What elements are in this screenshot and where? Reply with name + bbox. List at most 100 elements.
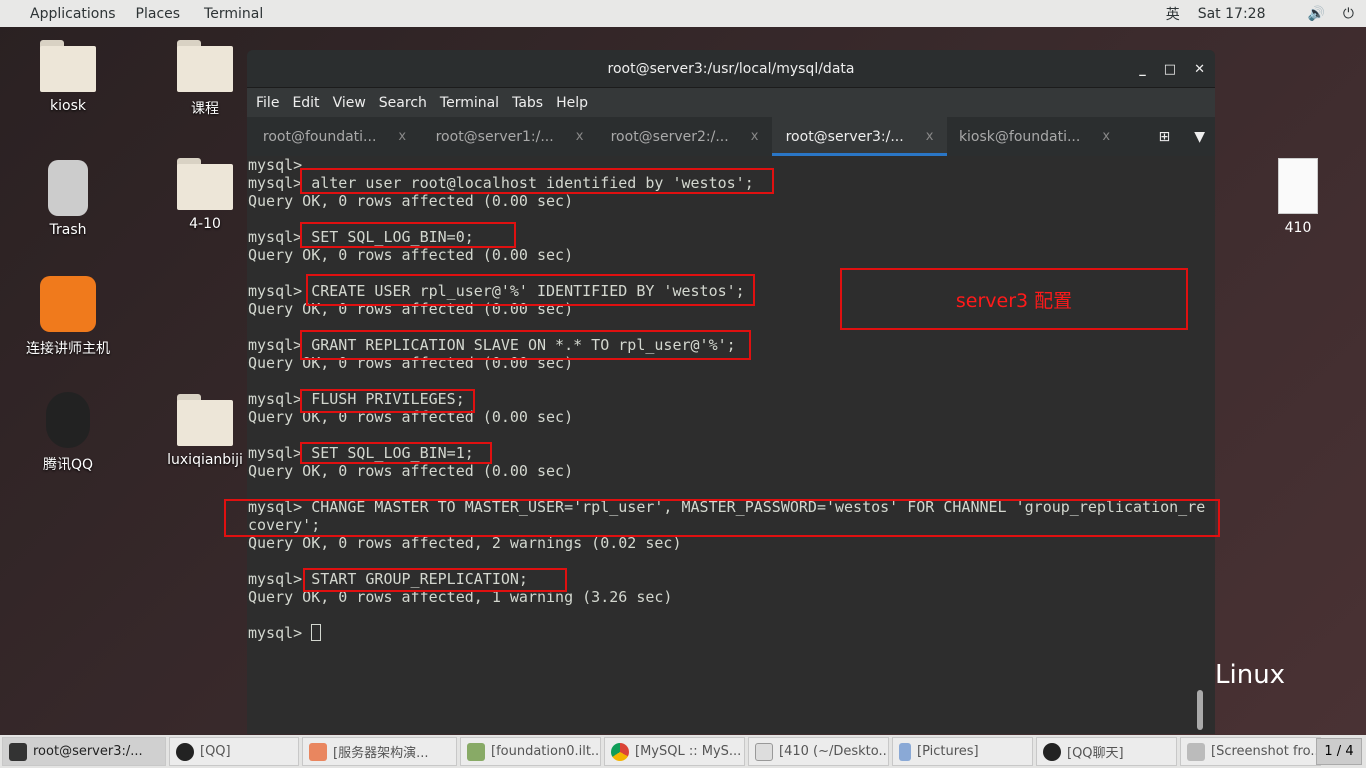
title-bar[interactable]: root@server3:/usr/local/mysql/data _ □ ✕ [247,50,1215,88]
desktop-icon-4-10[interactable]: 4-10 [155,158,255,232]
highlight-box [300,389,475,413]
taskbar-label: [QQ] [200,744,231,759]
chrome-icon [611,742,629,761]
menu-edit[interactable]: Edit [292,95,319,111]
tab-close-icon[interactable]: x [398,129,406,144]
linux-brand: Linux [1215,660,1286,690]
icon-label: 连接讲师主机 [26,341,110,357]
desktop-icon-course[interactable]: 课程 [155,40,255,118]
top-bar: Applications Places Terminal 英 Sat 17:28… [0,0,1366,27]
taskbar-label: [410 (~/Deskto... [779,744,889,759]
menu-view[interactable]: View [333,95,366,111]
tab-label: root@foundati... [262,128,377,145]
icon-label: 腾讯QQ [42,457,94,473]
taskbar-label: [MySQL :: MyS... [635,744,742,759]
text-editor-icon [755,742,773,761]
places-menu[interactable]: Places [136,6,181,22]
tab-server1[interactable]: root@server1:/... x [422,117,597,156]
file-manager-icon [899,742,911,761]
folder-icon [177,40,233,92]
minimize-icon[interactable]: _ [1139,62,1146,77]
terminal-line: Query OK, 0 rows affected (0.00 sec) [248,192,574,210]
icon-label: kiosk [50,98,86,114]
document-icon [1278,158,1318,214]
workspace-pager[interactable]: 1 / 4 [1316,738,1362,765]
icon-label: luxiqianbiji [167,452,243,468]
folder-icon [177,394,233,446]
desktop-icon-remote[interactable]: 连接讲师主机 [18,276,118,358]
tab-label: root@server3:/... [785,128,904,145]
taskbar-item-terminal[interactable]: root@server3:/... [2,737,166,766]
power-icon[interactable]: ⏻ [1343,6,1354,22]
current-prompt-line: mysql> [247,624,1205,642]
close-icon[interactable]: ✕ [1194,62,1205,77]
tab-close-icon[interactable]: x [926,129,934,144]
qq-icon [1043,742,1061,761]
terminal-line: Query OK, 0 rows affected (0.00 sec) [248,462,574,480]
annotation-text: server3 配置 [955,289,1073,312]
remote-viewer-icon [467,742,485,761]
desktop-icon-trash[interactable]: Trash [18,160,118,238]
menu-search[interactable]: Search [379,95,427,111]
desktop-icon-luxiqianbiji[interactable]: luxiqianbiji [155,394,255,468]
tab-server3[interactable]: root@server3:/... x [772,117,947,156]
tab-foundation-kiosk[interactable]: kiosk@foundati... x [947,117,1122,156]
taskbar-label: [服务器架构演... [333,746,429,761]
volume-icon[interactable]: 🔊 [1307,6,1324,22]
new-tab-icon[interactable]: ⊞ [1158,129,1170,145]
icon-label: Trash [49,222,87,238]
taskbar: root@server3:/... [QQ] [服务器架构演... [found… [0,735,1366,768]
highlight-box [224,499,1220,537]
home-folder-icon [40,40,96,92]
taskbar-label: [QQ聊天] [1067,746,1124,761]
taskbar-item-pictures[interactable]: [Pictures] [892,737,1033,766]
maximize-icon[interactable]: □ [1164,62,1176,77]
tab-close-icon[interactable]: x [1102,129,1110,144]
highlight-box [300,442,492,464]
taskbar-item-screenshot[interactable]: [Screenshot fro... [1180,737,1321,766]
desktop-icon-410[interactable]: 410 [1274,158,1322,236]
tab-bar: root@foundati... x root@server1:/... x roo… [247,117,1215,156]
trash-icon [48,160,88,216]
highlight-box [300,168,774,194]
tab-label: kiosk@foundati... [958,128,1081,145]
menu-terminal[interactable]: Terminal [440,95,499,111]
taskbar-item-editor[interactable]: [410 (~/Deskto... [748,737,889,766]
highlight-box [303,568,567,592]
tab-server2[interactable]: root@server2:/... x [597,117,772,156]
remote-app-icon [40,276,96,332]
taskbar-item-foundation[interactable]: [foundation0.ilt.... [460,737,601,766]
scrollbar[interactable] [1197,690,1203,730]
taskbar-item-qq[interactable]: [QQ] [169,737,299,766]
icon-label: 4-10 [189,216,221,232]
tab-close-icon[interactable]: x [576,129,584,144]
taskbar-item-presentation[interactable]: [服务器架构演... [302,737,457,766]
clock[interactable]: Sat 17:28 [1198,6,1266,22]
input-method-indicator[interactable]: 英 [1166,4,1180,24]
taskbar-label: [foundation0.ilt.... [491,744,601,759]
menu-file[interactable]: File [256,95,279,111]
menu-help[interactable]: Help [556,95,588,111]
menu-tabs[interactable]: Tabs [512,95,543,111]
tab-label: root@server2:/... [610,128,729,145]
taskbar-label: [Pictures] [917,744,979,759]
tab-list-chevron-down-icon[interactable]: ▼ [1194,129,1205,145]
terminal-menu[interactable]: Terminal [204,6,263,22]
tab-label: root@server1:/... [435,128,554,145]
taskbar-item-qq-chat[interactable]: [QQ聊天] [1036,737,1177,766]
applications-menu[interactable]: Applications [30,6,116,22]
taskbar-item-chrome[interactable]: [MySQL :: MyS... [604,737,745,766]
desktop-icon-qq[interactable]: 腾讯QQ [18,392,118,474]
qq-icon [176,742,194,761]
prompt: mysql> [248,624,312,642]
tab-close-icon[interactable]: x [751,129,759,144]
highlight-box [300,330,751,360]
presentation-icon [309,742,327,761]
tab-foundation-root[interactable]: root@foundati... x [247,117,422,156]
terminal-icon [9,742,27,761]
desktop-icon-kiosk[interactable]: kiosk [18,40,118,114]
screenshot-icon [1187,742,1205,761]
terminal-line: Query OK, 0 rows affected (0.00 sec) [248,246,574,264]
